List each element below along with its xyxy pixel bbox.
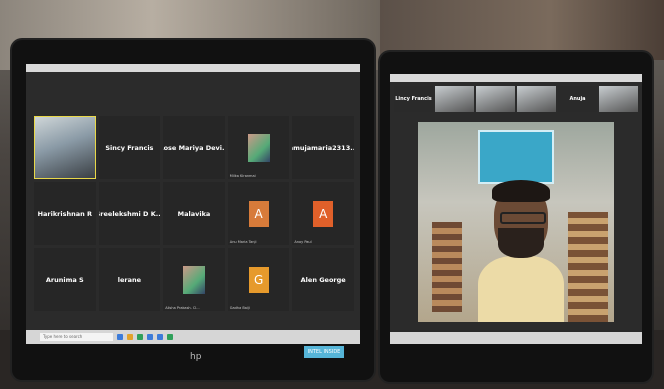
participant-name: Alen George — [300, 275, 346, 284]
participant-tile[interactable] — [34, 116, 96, 179]
participant-name: Sreelekshmi D K... — [98, 209, 161, 218]
participant-tile[interactable]: amujamaria2313... — [292, 116, 354, 179]
taskbar — [390, 332, 642, 344]
participant-tile[interactable]: Harikrishnan R — [34, 182, 96, 245]
profile-photo — [247, 133, 270, 162]
avatar: A — [248, 200, 269, 227]
hair — [492, 180, 550, 202]
speaker-video — [418, 122, 614, 322]
participant-tile[interactable]: lerane — [98, 248, 161, 311]
participant-tile[interactable]: G Gadha Baiji — [227, 248, 290, 311]
shirt — [478, 256, 564, 322]
brand-logo: hp — [190, 352, 202, 362]
participant-tile[interactable]: Sreelekshmi D K... — [98, 182, 161, 245]
avatar: A — [313, 200, 334, 227]
participant-name: Sincy Francis — [105, 143, 154, 152]
participant-tile[interactable]: A Anu Maria Tanji — [227, 182, 290, 245]
participant-thumb[interactable] — [476, 86, 515, 112]
participant-label: Alisha Prakash. Cl... — [165, 306, 200, 310]
participant-name: Rose Mariya Devi... — [163, 143, 225, 152]
bookshelf — [568, 212, 608, 322]
participant-tile[interactable]: Alisha Prakash. Cl... — [163, 248, 225, 311]
participant-name: Lincy Francis — [395, 96, 432, 102]
participant-name: Harikrishnan R — [37, 209, 92, 218]
wall-right — [380, 0, 664, 60]
participant-label: Anoy Paul — [294, 240, 312, 244]
participant-thumb[interactable]: Anuja — [558, 86, 597, 112]
left-laptop-screen: Sincy Francis Rose Mariya Devi... Milka Ki… — [26, 64, 360, 344]
browser-icon[interactable] — [147, 334, 153, 340]
participant-name: Anuja — [569, 96, 586, 102]
taskbar-search-input[interactable]: Type here to search — [40, 333, 113, 341]
participant-label: Anu Maria Tanji — [229, 240, 257, 244]
participant-tile[interactable]: Rose Mariya Devi... — [163, 116, 225, 179]
left-laptop: Sincy Francis Rose Mariya Devi... Milka Ki… — [12, 40, 374, 380]
wall-poster — [478, 130, 554, 184]
participant-tile[interactable]: Milka Kiranmai — [227, 116, 290, 179]
avatar: G — [248, 266, 269, 293]
participant-name: Arunima S — [45, 275, 84, 284]
folder-icon[interactable] — [127, 334, 133, 340]
app-icon[interactable] — [137, 334, 143, 340]
window-titlebar — [26, 64, 360, 72]
participant-label: Milka Kiranmai — [229, 174, 256, 178]
beard — [498, 228, 544, 258]
participant-thumb[interactable]: Lincy Francis — [394, 86, 433, 112]
taskview-icon[interactable] — [117, 334, 123, 340]
participant-tile[interactable]: Sincy Francis — [98, 116, 161, 179]
window-titlebar — [390, 74, 642, 82]
participant-name: lerane — [117, 275, 142, 284]
participant-tile[interactable]: A Anoy Paul — [292, 182, 354, 245]
profile-photo — [182, 265, 205, 294]
participant-thumb[interactable] — [435, 86, 474, 112]
bookshelf — [432, 222, 462, 312]
taskbar: Type here to search — [26, 330, 360, 344]
participant-thumb[interactable] — [599, 86, 638, 112]
right-laptop: Lincy Francis Anuja — [380, 52, 652, 382]
speaker-person — [478, 180, 564, 322]
participant-tile[interactable]: Arunima S — [34, 248, 96, 311]
glasses — [500, 212, 546, 224]
participant-tile[interactable]: Alen George — [292, 248, 354, 311]
laptop-sticker: INTEL INSIDE — [304, 346, 344, 358]
participant-name: amujamaria2313... — [292, 143, 354, 152]
app-icon[interactable] — [167, 334, 173, 340]
right-laptop-screen: Lincy Francis Anuja — [390, 74, 642, 344]
participant-thumb[interactable] — [517, 86, 556, 112]
participant-label: Gadha Baiji — [229, 306, 250, 310]
participant-tile[interactable]: Malavika — [163, 182, 225, 245]
participant-strip: Lincy Francis Anuja — [394, 86, 638, 112]
participant-grid: Sincy Francis Rose Mariya Devi... Milka Ki… — [34, 116, 354, 311]
participant-name: Malavika — [177, 209, 211, 218]
zoom-icon[interactable] — [157, 334, 163, 340]
